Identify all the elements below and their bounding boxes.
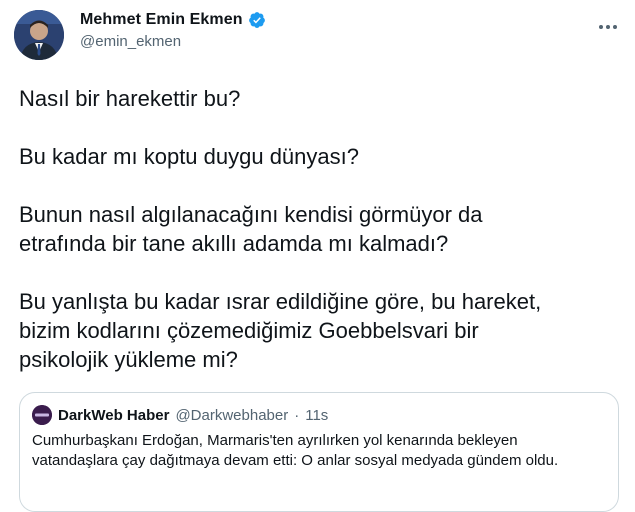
quoted-author-name[interactable]: DarkWeb Haber — [58, 407, 169, 424]
tweet-paragraph: Bu yanlışta bu kadar ısrar edildiğine gö… — [19, 289, 542, 372]
tweet-paragraph: Bunun nasıl algılanacağını kendisi görmü… — [19, 202, 483, 256]
author-handle[interactable]: @emin_ekmen — [80, 33, 266, 50]
quoted-timestamp[interactable]: 11s — [305, 407, 328, 424]
tweet-card: Mehmet Emin Ekmen @emin_ekmen Nasıl bir … — [0, 0, 635, 512]
more-horizontal-icon[interactable] — [595, 14, 621, 40]
author-block: Mehmet Emin Ekmen @emin_ekmen — [80, 11, 266, 50]
tweet-paragraph: Bu kadar mı koptu duygu dünyası? — [19, 144, 359, 169]
separator-dot: · — [294, 406, 300, 424]
author-avatar[interactable] — [14, 10, 64, 60]
verified-badge-icon — [248, 11, 266, 29]
tweet-paragraph: Nasıl bir harekettir bu? — [19, 86, 241, 111]
quoted-author-avatar[interactable] — [32, 405, 52, 425]
quoted-author-handle[interactable]: @Darkwebhaber — [175, 407, 288, 424]
quoted-tweet-header: DarkWeb Haber @Darkwebhaber · 11s — [32, 405, 606, 425]
author-name[interactable]: Mehmet Emin Ekmen — [80, 11, 243, 29]
quoted-tweet[interactable]: DarkWeb Haber @Darkwebhaber · 11s Cumhur… — [19, 392, 619, 512]
tweet-text: Nasıl bir harekettir bu? Bu kadar mı kop… — [19, 84, 619, 374]
quoted-tweet-text: Cumhurbaşkanı Erdoğan, Marmaris'ten ayrı… — [32, 432, 559, 469]
